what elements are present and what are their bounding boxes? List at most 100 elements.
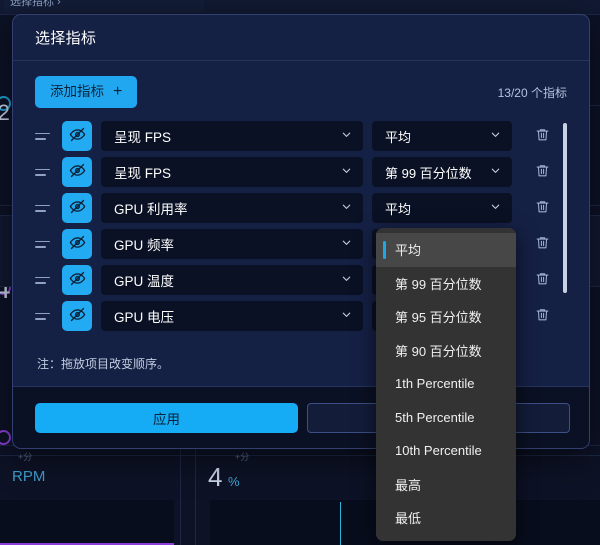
chevron-down-icon (490, 128, 501, 144)
metric-select[interactable]: GPU 温度 (101, 265, 363, 295)
eye-off-icon (69, 126, 86, 146)
visibility-toggle-button[interactable] (62, 265, 92, 295)
metric-row: 呈现 FPS 平均 (35, 121, 555, 151)
bg-small-label-1: +分 (18, 452, 33, 462)
bg-chart-cursor (340, 502, 341, 545)
dropdown-option[interactable]: 平均 (376, 233, 516, 267)
aggregation-select[interactable]: 第 99 百分位数 (372, 157, 512, 187)
bg-card-value-number: 4 (208, 462, 222, 492)
dropdown-option-label: 5th Percentile (395, 409, 475, 425)
eye-off-icon (69, 162, 86, 182)
delete-metric-button[interactable] (529, 123, 555, 149)
trash-icon (535, 271, 550, 289)
metric-select[interactable]: 呈现 FPS (101, 121, 363, 151)
trash-icon (535, 127, 550, 145)
visibility-toggle-button[interactable] (62, 193, 92, 223)
dropdown-option-label: 第 95 百分位数 (395, 310, 482, 326)
dropdown-option-label: 1th Percentile (395, 376, 475, 392)
modal-title: 选择指标 (35, 30, 97, 47)
aggregation-select[interactable]: 平均 (372, 193, 512, 223)
dropdown-option[interactable]: 5th Percentile (376, 401, 516, 435)
dropdown-option[interactable]: 最低 (376, 501, 516, 535)
metric-select-label: GPU 电压 (114, 310, 175, 325)
trash-icon (535, 235, 550, 253)
drag-handle-icon[interactable] (35, 233, 53, 255)
chevron-down-icon (490, 200, 501, 216)
chevron-down-icon (341, 308, 352, 324)
aggregation-select-label: 平均 (385, 129, 412, 145)
visibility-toggle-button[interactable] (62, 121, 92, 151)
chevron-down-icon (341, 128, 352, 144)
chevron-down-icon (341, 236, 352, 252)
bg-partial-value-1: .2 (0, 100, 10, 125)
aggregation-dropdown-menu[interactable]: 平均第 99 百分位数第 95 百分位数第 90 百分位数 1th Percent… (376, 228, 516, 541)
metric-select-label: GPU 温度 (114, 274, 175, 289)
eye-off-icon (69, 306, 86, 326)
add-metric-label: 添加指标 (50, 84, 104, 100)
chevron-down-icon (341, 200, 352, 216)
bg-chart-left (0, 500, 174, 545)
metric-select[interactable]: GPU 频率 (101, 229, 363, 259)
add-metric-button[interactable]: 添加指标 + (35, 76, 138, 108)
modal-toolbar: 添加指标 + 13/20 个指标 (35, 61, 567, 121)
drag-handle-icon[interactable] (35, 305, 53, 327)
metric-select-label: 呈现 FPS (114, 130, 172, 145)
metric-select-label: GPU 利用率 (114, 202, 188, 217)
trash-icon (535, 163, 550, 181)
bg-column-divider-1 (180, 445, 181, 545)
visibility-toggle-button[interactable] (62, 301, 92, 331)
bg-card-value-unit: % (227, 474, 240, 489)
scrollbar-thumb[interactable] (563, 123, 567, 293)
eye-off-icon (69, 198, 86, 218)
dropdown-option-label: 最高 (395, 477, 422, 493)
dropdown-option[interactable]: 第 95 百分位数 (376, 300, 516, 334)
metric-row: GPU 利用率 平均 (35, 193, 555, 223)
plus-icon: + (113, 83, 123, 100)
aggregation-select-label: 第 99 百分位数 (385, 165, 472, 181)
dropdown-option-label: 第 99 百分位数 (395, 276, 482, 292)
bg-card-label-rpm: RPM (12, 468, 46, 485)
modal-header: 选择指标 (13, 15, 589, 61)
dropdown-option[interactable]: 第 90 百分位数 (376, 334, 516, 368)
aggregation-select-label: 平均 (385, 201, 412, 217)
dropdown-option[interactable]: 10th Percentile (376, 434, 516, 468)
delete-metric-button[interactable] (529, 231, 555, 257)
metric-select[interactable]: GPU 电压 (101, 301, 363, 331)
chevron-down-icon (341, 272, 352, 288)
dropdown-option[interactable]: 最高 (376, 468, 516, 502)
bg-card-value-percent: 4% (208, 462, 240, 493)
aggregation-select[interactable]: 平均 (372, 121, 512, 151)
dropdown-option[interactable]: 第 99 百分位数 (376, 267, 516, 301)
delete-metric-button[interactable] (529, 159, 555, 185)
dropdown-option-label: 最低 (395, 511, 422, 527)
metric-row: 呈现 FPS 第 99 百分位数 (35, 157, 555, 187)
bg-status-dot-3 (0, 430, 11, 445)
metric-count-label: 13/20 个指标 (497, 85, 567, 100)
drag-handle-icon[interactable] (35, 269, 53, 291)
background-tab-select-metrics[interactable]: 选择指标 › (4, 0, 204, 13)
chevron-down-icon (341, 164, 352, 180)
metric-select-label: GPU 频率 (114, 238, 175, 253)
bg-column-divider-2 (195, 445, 196, 545)
metric-select[interactable]: 呈现 FPS (101, 157, 363, 187)
dropdown-option-label: 平均 (395, 243, 422, 259)
eye-off-icon (69, 270, 86, 290)
chevron-down-icon (490, 164, 501, 180)
delete-metric-button[interactable] (529, 195, 555, 221)
metric-select-label: 呈现 FPS (114, 166, 172, 181)
delete-metric-button[interactable] (529, 267, 555, 293)
trash-icon (535, 199, 550, 217)
drag-handle-icon[interactable] (35, 197, 53, 219)
dropdown-option[interactable]: 1th Percentile (376, 367, 516, 401)
visibility-toggle-button[interactable] (62, 229, 92, 259)
drag-handle-icon[interactable] (35, 125, 53, 147)
delete-metric-button[interactable] (529, 303, 555, 329)
metric-list-scrollbar[interactable] (563, 121, 567, 339)
dropdown-option-label: 第 90 百分位数 (395, 343, 482, 359)
eye-off-icon (69, 234, 86, 254)
metric-select[interactable]: GPU 利用率 (101, 193, 363, 223)
visibility-toggle-button[interactable] (62, 157, 92, 187)
apply-button[interactable]: 应用 (35, 402, 298, 433)
drag-handle-icon[interactable] (35, 161, 53, 183)
trash-icon (535, 307, 550, 325)
